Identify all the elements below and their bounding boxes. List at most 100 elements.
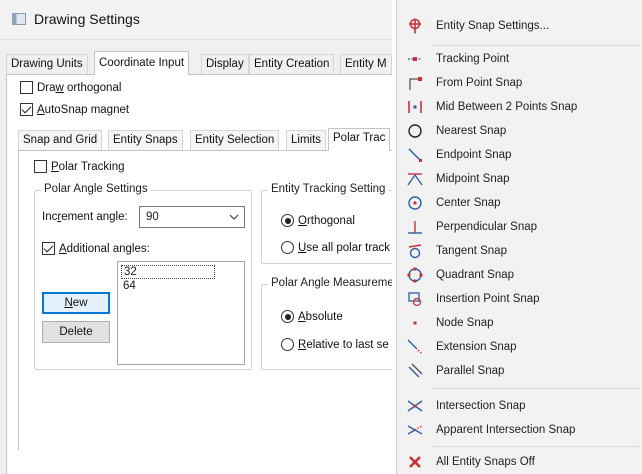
menu-item-insertion-point-snap[interactable]: Insertion Point Snap bbox=[397, 287, 642, 311]
tab-entity-creation[interactable]: Entity Creation bbox=[249, 54, 335, 74]
delete-button[interactable]: Delete bbox=[42, 321, 110, 343]
menu-item-label: Insertion Point Snap bbox=[436, 293, 540, 305]
orthogonal-radio-dot bbox=[281, 214, 294, 227]
polar-angle-settings-title: Polar Angle Settings bbox=[41, 183, 151, 195]
orthogonal-label-c: rthogonal bbox=[306, 214, 355, 227]
tab-drawing-units[interactable]: Drawing Units bbox=[6, 54, 88, 74]
window-title: Drawing Settings bbox=[34, 11, 140, 27]
subtab-limits[interactable]: Limits bbox=[286, 130, 327, 150]
increment-angle-label: Increment angle: bbox=[42, 211, 128, 223]
menu-separator bbox=[433, 388, 639, 389]
menu-item-parallel-snap[interactable]: Parallel Snap bbox=[397, 359, 642, 383]
additional-angles-label: Additional angles: bbox=[59, 243, 150, 255]
subtab-snap-and-grid[interactable]: Snap and Grid bbox=[18, 130, 103, 150]
menu-item-tangent-snap[interactable]: Tangent Snap bbox=[397, 239, 642, 263]
draw-orthogonal-box bbox=[20, 81, 33, 94]
menu-item-quadrant-snap[interactable]: Quadrant Snap bbox=[397, 263, 642, 287]
center-icon bbox=[397, 191, 433, 215]
menu-item-tracking-point[interactable]: Tracking Point bbox=[397, 47, 642, 71]
autosnap-magnet-box bbox=[20, 103, 33, 116]
all-polar-label-c: se all polar track bbox=[306, 241, 391, 254]
menu-item-label: Perpendicular Snap bbox=[436, 221, 538, 233]
menu-item-all-entity-snaps-off[interactable]: All Entity Snaps Off bbox=[397, 450, 642, 474]
app-icon bbox=[12, 13, 26, 25]
autosnap-magnet-label: AutoSnap magnet bbox=[37, 104, 129, 116]
increment-angle-combo[interactable]: 90 bbox=[139, 206, 245, 228]
orthogonal-radio[interactable]: Orthogonal bbox=[281, 214, 355, 227]
intersection-icon bbox=[397, 394, 433, 418]
menu-item-entity-snap-settings[interactable]: Entity Snap Settings... bbox=[397, 14, 642, 38]
polar-tracking-box bbox=[34, 160, 47, 173]
menu-item-extension-snap[interactable]: Extension Snap bbox=[397, 335, 642, 359]
quadrant-icon bbox=[397, 263, 433, 287]
tab-coordinate-input[interactable]: Coordinate Input bbox=[94, 51, 190, 75]
entity-snaps-menu: Entity Snap Settings... Tracking Point F… bbox=[396, 0, 642, 474]
additional-angles-list[interactable]: 32 64 bbox=[117, 261, 245, 365]
polar-angle-measurement-title: Polar Angle Measureme bbox=[268, 277, 392, 289]
menu-item-node-snap[interactable]: Node Snap bbox=[397, 311, 642, 335]
absolute-label-b: A bbox=[298, 310, 306, 323]
polar-tracking-label: Polar Tracking bbox=[51, 161, 125, 173]
entity-tracking-title: Entity Tracking Setting bbox=[268, 183, 389, 195]
polar-angle-measurement-group: Polar Angle Measureme bbox=[261, 277, 392, 370]
draw-orthogonal-label: Draw orthogonal bbox=[37, 82, 121, 94]
mid-between-icon bbox=[397, 95, 433, 119]
polar-tracking-checkbox[interactable]: Polar Tracking bbox=[34, 160, 125, 173]
draw-orthogonal-label-b: w bbox=[55, 81, 64, 94]
absolute-label-c: bsolute bbox=[305, 310, 343, 323]
extension-icon bbox=[397, 335, 433, 359]
menu-item-perpendicular-snap[interactable]: Perpendicular Snap bbox=[397, 215, 642, 239]
menu-item-endpoint-snap[interactable]: Endpoint Snap bbox=[397, 143, 642, 167]
menu-item-label: Extension Snap bbox=[436, 341, 517, 353]
menu-item-label: Node Snap bbox=[436, 317, 494, 329]
menu-item-label: From Point Snap bbox=[436, 77, 523, 89]
menu-item-from-point-snap[interactable]: From Point Snap bbox=[397, 71, 642, 95]
tab-entity-m[interactable]: Entity M bbox=[340, 54, 392, 74]
polar-tracking-label-b: P bbox=[51, 160, 59, 173]
relative-radio[interactable]: Relative to last se bbox=[281, 338, 389, 351]
snap-settings-icon bbox=[397, 14, 433, 38]
draw-orthogonal-checkbox[interactable]: Draw orthogonal bbox=[20, 81, 121, 94]
tab-display[interactable]: Display bbox=[201, 54, 249, 74]
menu-item-label: Apparent Intersection Snap bbox=[436, 424, 576, 436]
menu-item-label: All Entity Snaps Off bbox=[436, 456, 535, 468]
relative-radio-dot bbox=[281, 338, 294, 351]
absolute-radio[interactable]: Absolute bbox=[281, 310, 343, 323]
nearest-icon bbox=[397, 119, 433, 143]
draw-orthogonal-label-a: Dra bbox=[37, 81, 56, 94]
use-all-polar-label: Use all polar track bbox=[298, 242, 390, 254]
subtab-polar-tracking[interactable]: Polar Trac bbox=[328, 128, 391, 151]
menu-separator bbox=[433, 446, 639, 447]
list-item[interactable]: 32 bbox=[121, 265, 215, 279]
new-button[interactable]: New bbox=[42, 292, 110, 314]
orthogonal-label-b: O bbox=[298, 214, 307, 227]
orthogonal-label: Orthogonal bbox=[298, 215, 355, 227]
menu-item-label: Tracking Point bbox=[436, 53, 510, 65]
menu-item-nearest-snap[interactable]: Nearest Snap bbox=[397, 119, 642, 143]
relative-label-c: elative to last se bbox=[306, 338, 389, 351]
menu-item-mid-between-2-points-snap[interactable]: Mid Between 2 Points Snap bbox=[397, 95, 642, 119]
midpoint-icon bbox=[397, 167, 433, 191]
use-all-polar-radio[interactable]: Use all polar track bbox=[281, 241, 390, 254]
autosnap-magnet-checkbox[interactable]: AutoSnap magnet bbox=[20, 103, 129, 116]
menu-item-apparent-intersection-snap[interactable]: Apparent Intersection Snap bbox=[397, 418, 642, 442]
new-label-b: N bbox=[64, 297, 73, 309]
parallel-icon bbox=[397, 359, 433, 383]
menu-item-label: Center Snap bbox=[436, 197, 501, 209]
additional-angles-checkbox[interactable]: Additional angles: bbox=[42, 242, 150, 255]
draw-orthogonal-label-c: orthogonal bbox=[63, 81, 122, 94]
menu-item-label: Parallel Snap bbox=[436, 365, 505, 377]
new-label-c: ew bbox=[72, 297, 88, 309]
tangent-icon bbox=[397, 239, 433, 263]
absolute-radio-dot bbox=[281, 310, 294, 323]
absolute-label: Absolute bbox=[298, 311, 343, 323]
list-item[interactable]: 64 bbox=[121, 280, 138, 292]
menu-item-intersection-snap[interactable]: Intersection Snap bbox=[397, 394, 642, 418]
menu-item-label: Quadrant Snap bbox=[436, 269, 515, 281]
subtab-entity-selection[interactable]: Entity Selection bbox=[190, 130, 280, 150]
menu-item-midpoint-snap[interactable]: Midpoint Snap bbox=[397, 167, 642, 191]
menu-item-label: Entity Snap Settings... bbox=[436, 20, 550, 32]
menu-item-center-snap[interactable]: Center Snap bbox=[397, 191, 642, 215]
menu-item-label: Midpoint Snap bbox=[436, 173, 510, 185]
subtab-entity-snaps[interactable]: Entity Snaps bbox=[108, 130, 183, 150]
